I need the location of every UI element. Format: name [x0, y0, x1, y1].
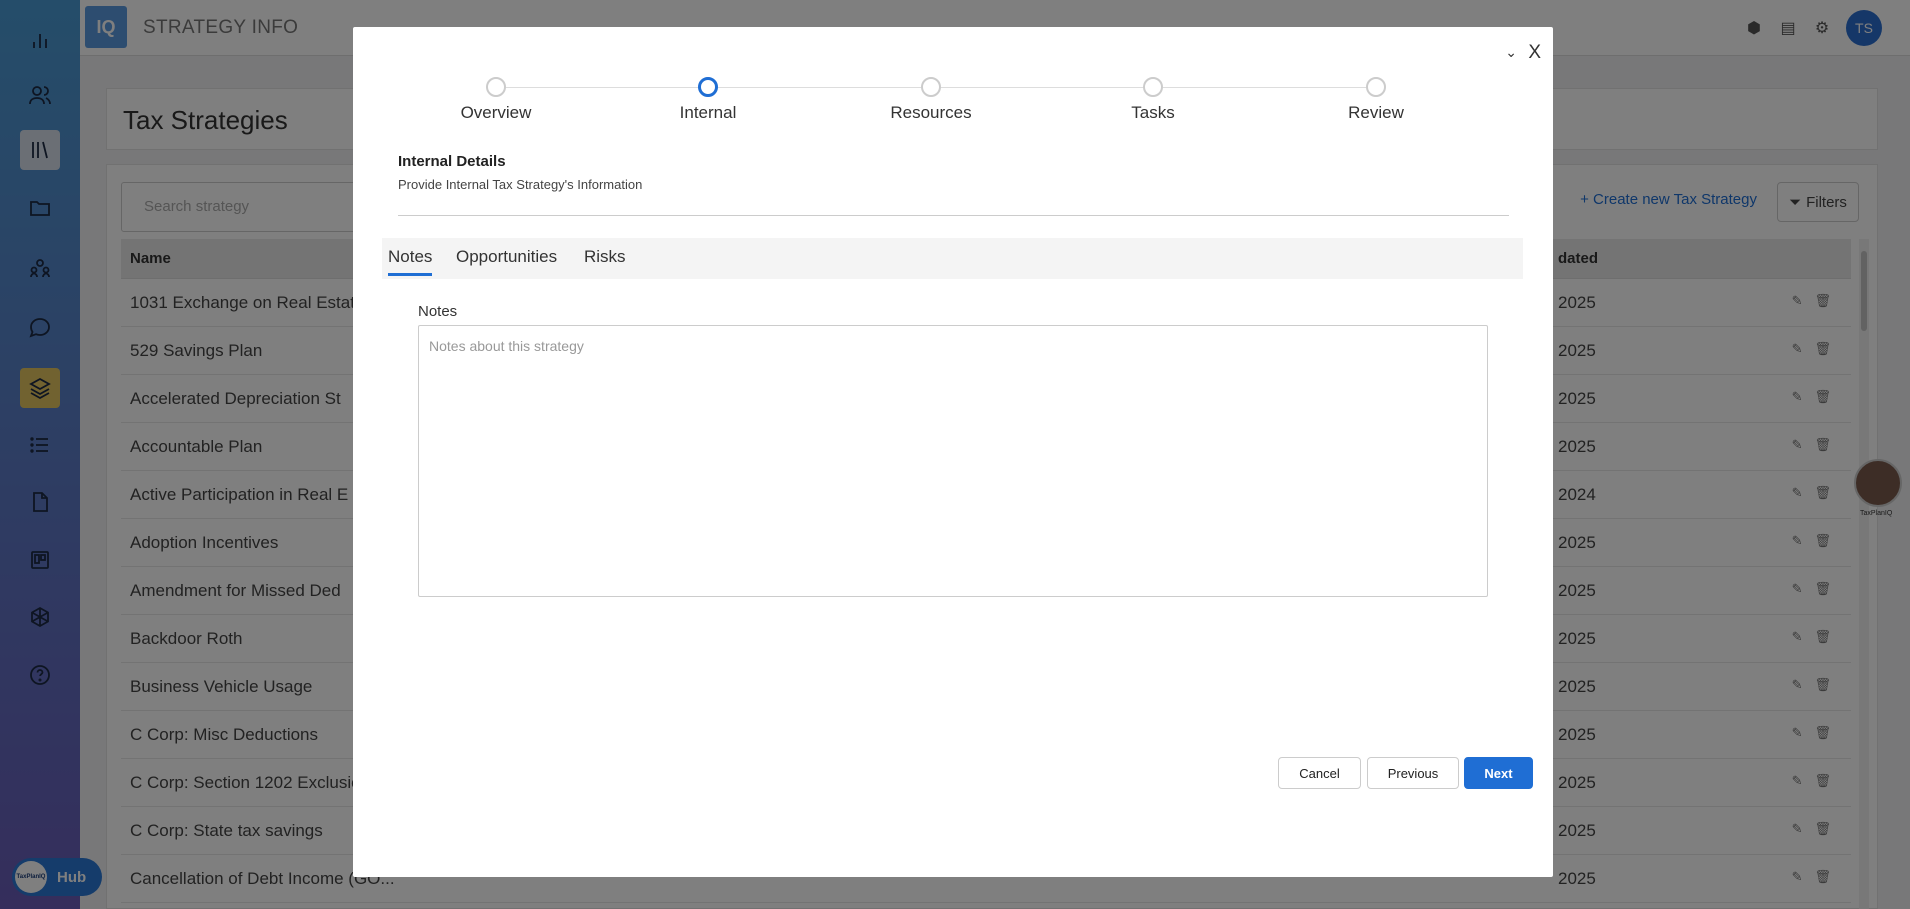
previous-button[interactable]: Previous [1367, 757, 1459, 789]
tab-opportunities[interactable]: Opportunities [456, 247, 557, 267]
step-label: Resources [890, 103, 972, 122]
strategy-modal: ⌄ X Overview Internal Resources Tasks Re… [353, 27, 1553, 877]
notes-textarea[interactable] [418, 325, 1488, 597]
step-review[interactable]: Review [1276, 77, 1476, 123]
tab-risks[interactable]: Risks [584, 247, 626, 267]
step-resources[interactable]: Resources [831, 77, 1031, 123]
section-title: Internal Details [398, 153, 506, 170]
next-button[interactable]: Next [1464, 757, 1533, 789]
step-label: Tasks [1131, 103, 1175, 122]
close-button[interactable]: X [1528, 42, 1541, 64]
tab-notes[interactable]: Notes [388, 247, 433, 276]
step-dot [1366, 77, 1386, 97]
tabs-bar: Notes Opportunities Risks [382, 238, 1523, 279]
step-overview[interactable]: Overview [396, 77, 596, 123]
notes-label: Notes [418, 303, 458, 320]
step-dot-active [698, 77, 718, 97]
step-label: Review [1348, 103, 1404, 122]
step-internal[interactable]: Internal [608, 77, 808, 123]
step-dot [921, 77, 941, 97]
step-tasks[interactable]: Tasks [1053, 77, 1253, 123]
step-label: Internal [679, 103, 737, 122]
divider [398, 215, 1509, 216]
section-subtitle: Provide Internal Tax Strategy's Informat… [398, 177, 643, 192]
chevron-down-icon[interactable]: ⌄ [1505, 44, 1517, 61]
cancel-button[interactable]: Cancel [1278, 757, 1361, 789]
step-dot [486, 77, 506, 97]
step-label: Overview [460, 103, 532, 122]
step-dot [1143, 77, 1163, 97]
